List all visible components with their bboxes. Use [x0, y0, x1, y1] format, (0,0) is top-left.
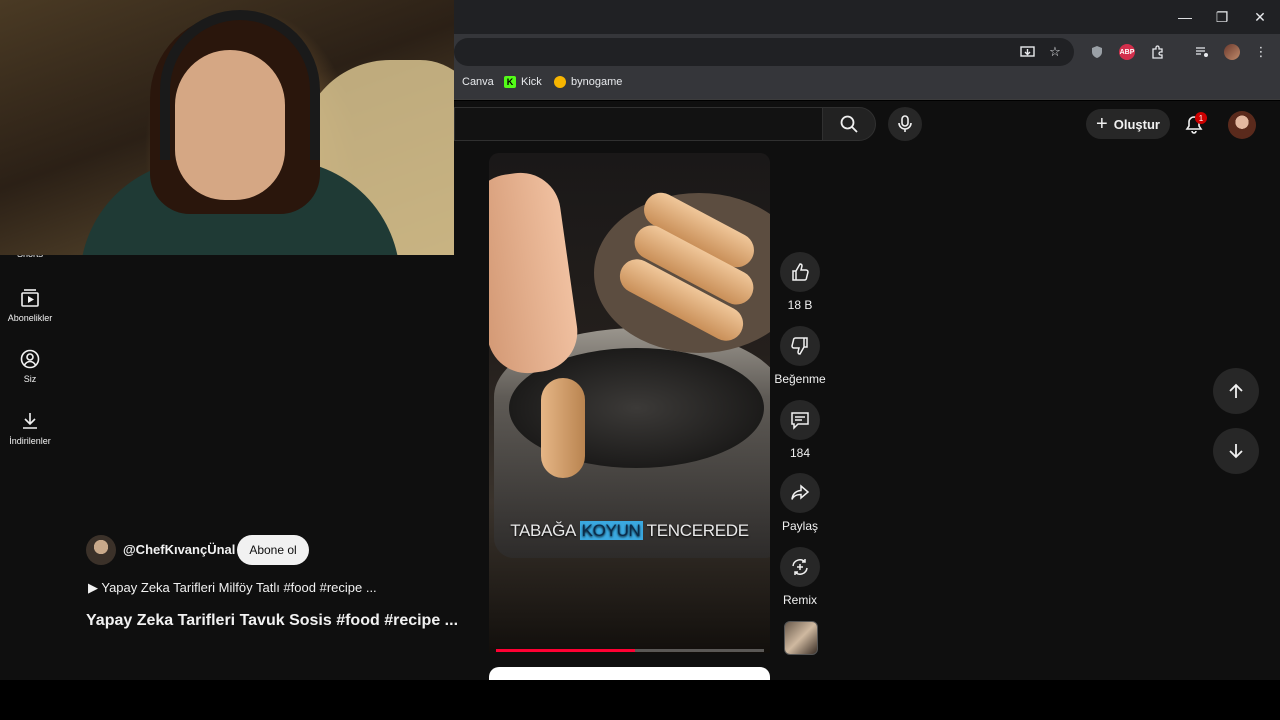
comment-icon [791, 412, 809, 430]
bynogame-label: bynogame [571, 76, 623, 88]
like-count: 18 B [787, 298, 813, 312]
screen-bottom-bar [0, 680, 1280, 720]
comments-button[interactable] [780, 400, 820, 440]
guide-item-you[interactable]: Siz [0, 349, 60, 384]
bookmark-canva[interactable]: Canva [462, 76, 494, 88]
search-button[interactable] [822, 107, 876, 141]
share-action[interactable]: Paylaş [774, 473, 826, 533]
minimize-button[interactable]: — [1173, 6, 1197, 28]
bookmark-star-icon[interactable]: ☆ [1045, 42, 1065, 62]
dislike-label: Beğenme [774, 372, 826, 386]
adblock-icon[interactable]: ABP [1119, 44, 1135, 60]
video-frame-sausage-drop [541, 378, 585, 478]
share-label: Paylaş [781, 519, 819, 533]
channel-handle[interactable]: @ChefKıvançÜnal [123, 542, 235, 557]
remix-label: Remix [782, 593, 817, 607]
media-control-icon[interactable] [1192, 42, 1212, 62]
dislike-button[interactable] [780, 326, 820, 366]
profile-avatar-icon[interactable] [1224, 44, 1240, 60]
sound-thumbnail[interactable] [784, 621, 818, 655]
video-caption: TABAĞA KOYUN TENCEREDE [489, 521, 770, 541]
previous-short-button[interactable] [1213, 368, 1259, 414]
remix-icon [792, 559, 808, 575]
voice-search-button[interactable] [888, 107, 922, 141]
create-label: Oluştur [1113, 116, 1160, 132]
guide-label-subscriptions: Abonelikler [7, 313, 53, 323]
plus-icon: + [1096, 113, 1108, 135]
comments-action[interactable]: 184 [774, 400, 826, 460]
caption-highlight: KOYUN [579, 521, 643, 540]
like-action[interactable]: 18 B [774, 252, 826, 312]
install-app-icon[interactable] [1017, 42, 1037, 62]
search-input[interactable] [454, 107, 822, 141]
guide-item-downloads[interactable]: İndirilenler [0, 411, 60, 446]
downloads-icon [23, 413, 37, 429]
guide-label-downloads: İndirilenler [9, 436, 51, 446]
remix-action[interactable]: Remix [774, 547, 826, 607]
search-icon [840, 115, 858, 133]
next-short-button[interactable] [1213, 428, 1259, 474]
guide-label-you: Siz [23, 374, 37, 384]
bookmark-kick[interactable]: K Kick [504, 76, 542, 88]
you-icon [20, 349, 40, 369]
video-frame-hand [489, 167, 583, 379]
caption-before: TABAĞA [510, 521, 580, 540]
webcam-overlay [0, 0, 454, 255]
video-title[interactable]: Yapay Zeka Tarifleri Tavuk Sosis #food #… [86, 612, 466, 630]
arrow-up-icon [1229, 383, 1243, 398]
bynogame-icon [554, 76, 566, 88]
restore-button[interactable]: ❐ [1210, 6, 1234, 28]
guide-item-subscriptions[interactable]: Abonelikler [0, 288, 60, 323]
thumbs-down-icon [791, 337, 808, 355]
remix-button[interactable] [780, 547, 820, 587]
subscribe-button[interactable]: Abone ol [237, 535, 309, 565]
progress-fill [496, 649, 636, 652]
thumbs-up-icon [792, 263, 809, 281]
address-bar[interactable] [454, 38, 1074, 66]
arrow-down-icon [1229, 444, 1243, 459]
kick-label: Kick [521, 76, 542, 88]
subscriptions-icon [21, 289, 39, 307]
microphone-icon [898, 115, 912, 132]
headset-icon [160, 10, 320, 160]
kick-icon: K [504, 76, 516, 88]
create-button[interactable]: + Oluştur [1086, 109, 1170, 139]
share-icon [791, 484, 810, 500]
dislike-action[interactable]: Beğenme [774, 326, 826, 386]
comment-count: 184 [789, 446, 811, 460]
browser-menu-icon[interactable]: ⋮ [1251, 42, 1271, 62]
channel-avatar[interactable] [86, 535, 116, 565]
notification-badge: 1 [1195, 112, 1207, 124]
like-button[interactable] [780, 252, 820, 292]
playlist-link[interactable]: ▶ Yapay Zeka Tarifleri Milföy Tatlı #foo… [88, 580, 377, 596]
bookmark-bynogame[interactable]: bynogame [554, 76, 622, 88]
close-button[interactable]: ✕ [1248, 6, 1272, 28]
caption-after: TENCEREDE [642, 521, 749, 540]
shield-extension-icon[interactable] [1087, 42, 1107, 62]
account-avatar[interactable] [1228, 111, 1256, 139]
share-button[interactable] [780, 473, 820, 513]
extensions-puzzle-icon[interactable] [1148, 42, 1168, 62]
shorts-video-player[interactable]: TABAĞA KOYUN TENCEREDE [489, 153, 770, 653]
canva-label: Canva [462, 76, 494, 88]
